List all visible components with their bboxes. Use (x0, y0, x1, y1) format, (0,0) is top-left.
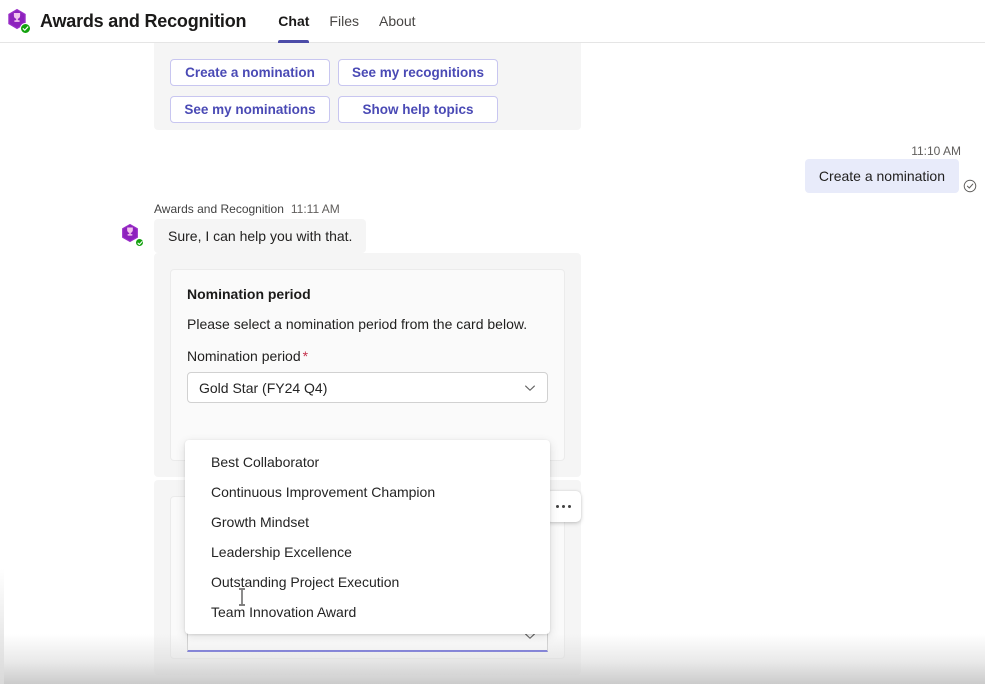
tab-about[interactable]: About (369, 0, 426, 43)
chat-message-list[interactable]: Create a nomination See my recognitions … (0, 43, 985, 684)
available-check-icon (136, 240, 143, 245)
dropdown-option-leadership-excellence[interactable]: Leadership Excellence (185, 537, 550, 567)
bot-timestamp: 11:11 AM (290, 202, 340, 216)
card-description: Please select a nomination period from t… (187, 316, 528, 332)
more-horizontal-icon (556, 505, 559, 508)
create-nomination-button[interactable]: Create a nomination (170, 59, 330, 86)
show-help-topics-button[interactable]: Show help topics (338, 96, 498, 123)
outgoing-timestamp: 11:10 AM (911, 144, 961, 158)
bot-message-bubble: Sure, I can help you with that. (154, 219, 367, 253)
dropdown-option-best-collaborator[interactable]: Best Collaborator (185, 447, 550, 477)
teams-chat-window: Awards and Recognition Chat Files About … (0, 0, 985, 684)
bot-sender-name: Awards and Recognition (154, 202, 284, 216)
more-options-button[interactable] (546, 491, 581, 522)
tab-bar: Chat Files About (268, 0, 425, 43)
dropdown-option-continuous-improvement-champion[interactable]: Continuous Improvement Champion (185, 477, 550, 507)
dropdown-option-growth-mindset[interactable]: Growth Mindset (185, 507, 550, 537)
field-label-text: Nomination period (187, 348, 301, 364)
page-title: Awards and Recognition (40, 10, 247, 31)
available-check-icon (22, 26, 29, 31)
nomination-period-label: Nomination period * (187, 348, 548, 364)
see-my-nominations-button[interactable]: See my nominations (170, 96, 330, 123)
tab-chat[interactable]: Chat (268, 0, 319, 43)
required-marker: * (302, 348, 309, 364)
selected-value: Gold Star (FY24 Q4) (199, 379, 328, 396)
card-title: Nomination period (187, 286, 311, 302)
adaptive-card-body: Nomination period Please select a nomina… (170, 269, 565, 461)
chevron-down-icon (523, 381, 537, 395)
see-my-recognitions-button[interactable]: See my recognitions (338, 59, 498, 86)
suggested-actions-card: Create a nomination See my recognitions … (154, 43, 581, 130)
dropdown-option-outstanding-project-execution[interactable]: Outstanding Project Execution (185, 567, 550, 597)
tab-files[interactable]: Files (319, 0, 369, 43)
suggested-actions-grid: Create a nomination See my recognitions … (170, 43, 567, 123)
dropdown-option-team-innovation-award[interactable]: Team Innovation Award (185, 597, 550, 627)
sent-check-circle-icon (963, 179, 977, 193)
outgoing-message-bubble[interactable]: Create a nomination (804, 159, 959, 193)
nomination-period-select[interactable]: Gold Star (FY24 Q4) (187, 372, 548, 403)
presence-available-badge (20, 23, 31, 34)
presence-available-badge (135, 238, 144, 247)
bot-message-meta: Awards and Recognition 11:11 AM (154, 202, 340, 216)
app-avatar (6, 8, 32, 34)
more-horizontal-icon (568, 505, 571, 508)
bot-avatar (120, 223, 144, 247)
award-options-dropdown[interactable]: Best Collaborator Continuous Improvement… (185, 440, 550, 634)
more-horizontal-icon (562, 505, 565, 508)
app-header: Awards and Recognition Chat Files About (0, 0, 985, 43)
